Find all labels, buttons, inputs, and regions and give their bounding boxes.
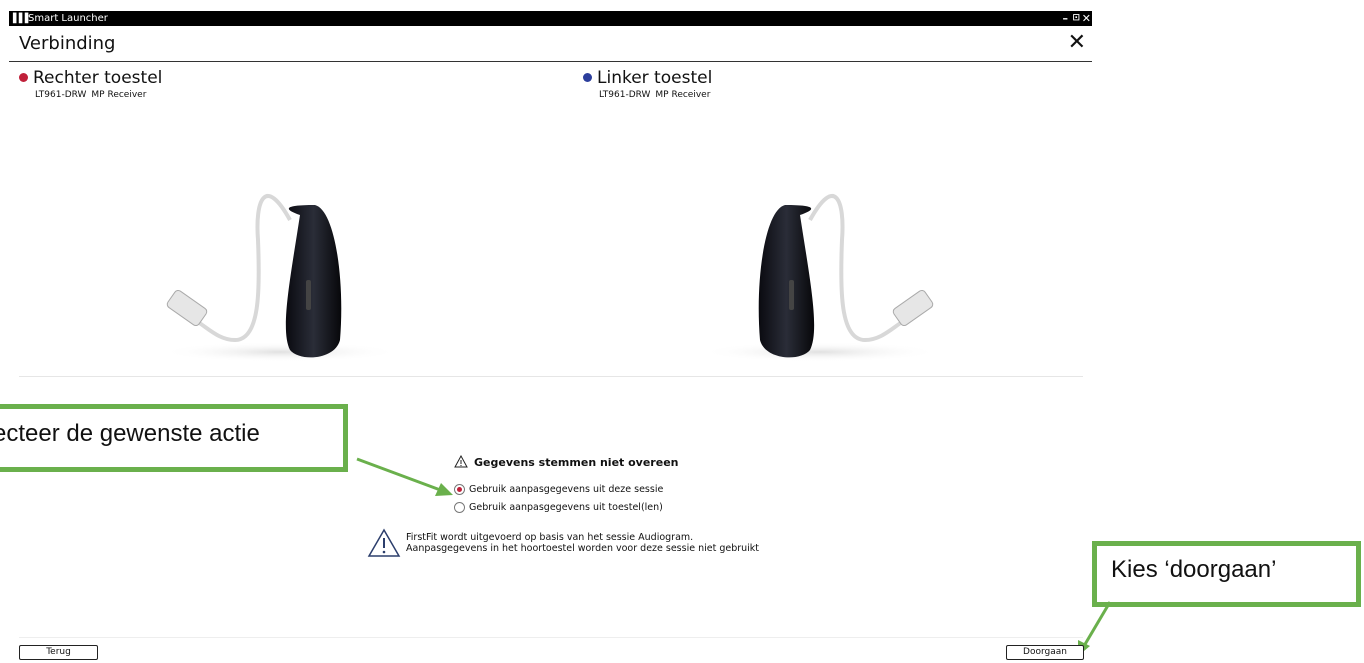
footer-divider: [19, 637, 1083, 638]
info-line-2: Aanpasgegevens in het hoortoestel worden…: [406, 543, 760, 554]
callout-arrow-1: [356, 457, 453, 496]
option-device-data[interactable]: Gebruik aanpasgegevens uit toestel(len): [454, 502, 663, 513]
callout-select-action-text: ecteer de gewenste actie: [0, 420, 260, 447]
warning-heading-text: Gegevens stemmen niet overeen: [474, 456, 679, 469]
right-dot-icon: [19, 72, 28, 82]
restore-icon[interactable]: ⊡: [1072, 11, 1080, 26]
radio-unselected-icon[interactable]: [454, 502, 465, 513]
device-right-model: LT961-DRW: [35, 90, 87, 100]
radio-selected-icon[interactable]: [454, 484, 465, 495]
device-left: Linker toestel LT961-DRW MP Receiver: [583, 68, 715, 100]
close-icon[interactable]: ✕: [1068, 30, 1086, 55]
callout-continue-text: Kies ‘doorgaan’: [1111, 556, 1277, 583]
device-left-name: Linker toestel: [597, 68, 713, 88]
callout-continue: Kies ‘doorgaan’: [1092, 541, 1361, 607]
page-title: Verbinding: [19, 33, 116, 54]
info-warning-icon: [367, 528, 401, 557]
option-session-data[interactable]: Gebruik aanpasgegevens uit deze sessie: [454, 484, 663, 495]
back-button[interactable]: Terug: [19, 645, 98, 660]
option-device-label: Gebruik aanpasgegevens uit toestel(len): [469, 502, 663, 513]
warning-icon: [454, 454, 468, 471]
device-right-name: Rechter toestel: [33, 68, 163, 88]
window-titlebar: ▌▌▌ Smart Launcher – ⊡ ✕: [9, 11, 1092, 26]
app-title: Smart Launcher: [28, 13, 108, 24]
option-session-label: Gebruik aanpasgegevens uit deze sessie: [469, 484, 664, 495]
images-divider: [19, 376, 1083, 377]
left-dot-icon: [583, 72, 592, 82]
window-close-icon[interactable]: ✕: [1082, 11, 1091, 26]
device-right-receiver: MP Receiver: [91, 90, 147, 100]
device-left-receiver: MP Receiver: [655, 90, 711, 100]
continue-button[interactable]: Doorgaan: [1006, 645, 1084, 660]
warning-heading: Gegevens stemmen niet overeen: [454, 454, 679, 471]
left-hearing-aid-image: [700, 194, 940, 362]
device-left-model: LT961-DRW: [599, 90, 651, 100]
info-message: FirstFit wordt uitgevoerd op basis van h…: [367, 528, 759, 562]
right-hearing-aid-image: [160, 194, 400, 362]
callout-select-action: ecteer de gewenste actie: [0, 404, 348, 472]
info-line-1: FirstFit wordt uitgevoerd op basis van h…: [406, 532, 694, 543]
device-right: Rechter toestel LT961-DRW MP Receiver: [19, 68, 162, 100]
page-header: Verbinding ✕: [9, 26, 1092, 62]
minimize-icon[interactable]: –: [1063, 11, 1069, 26]
